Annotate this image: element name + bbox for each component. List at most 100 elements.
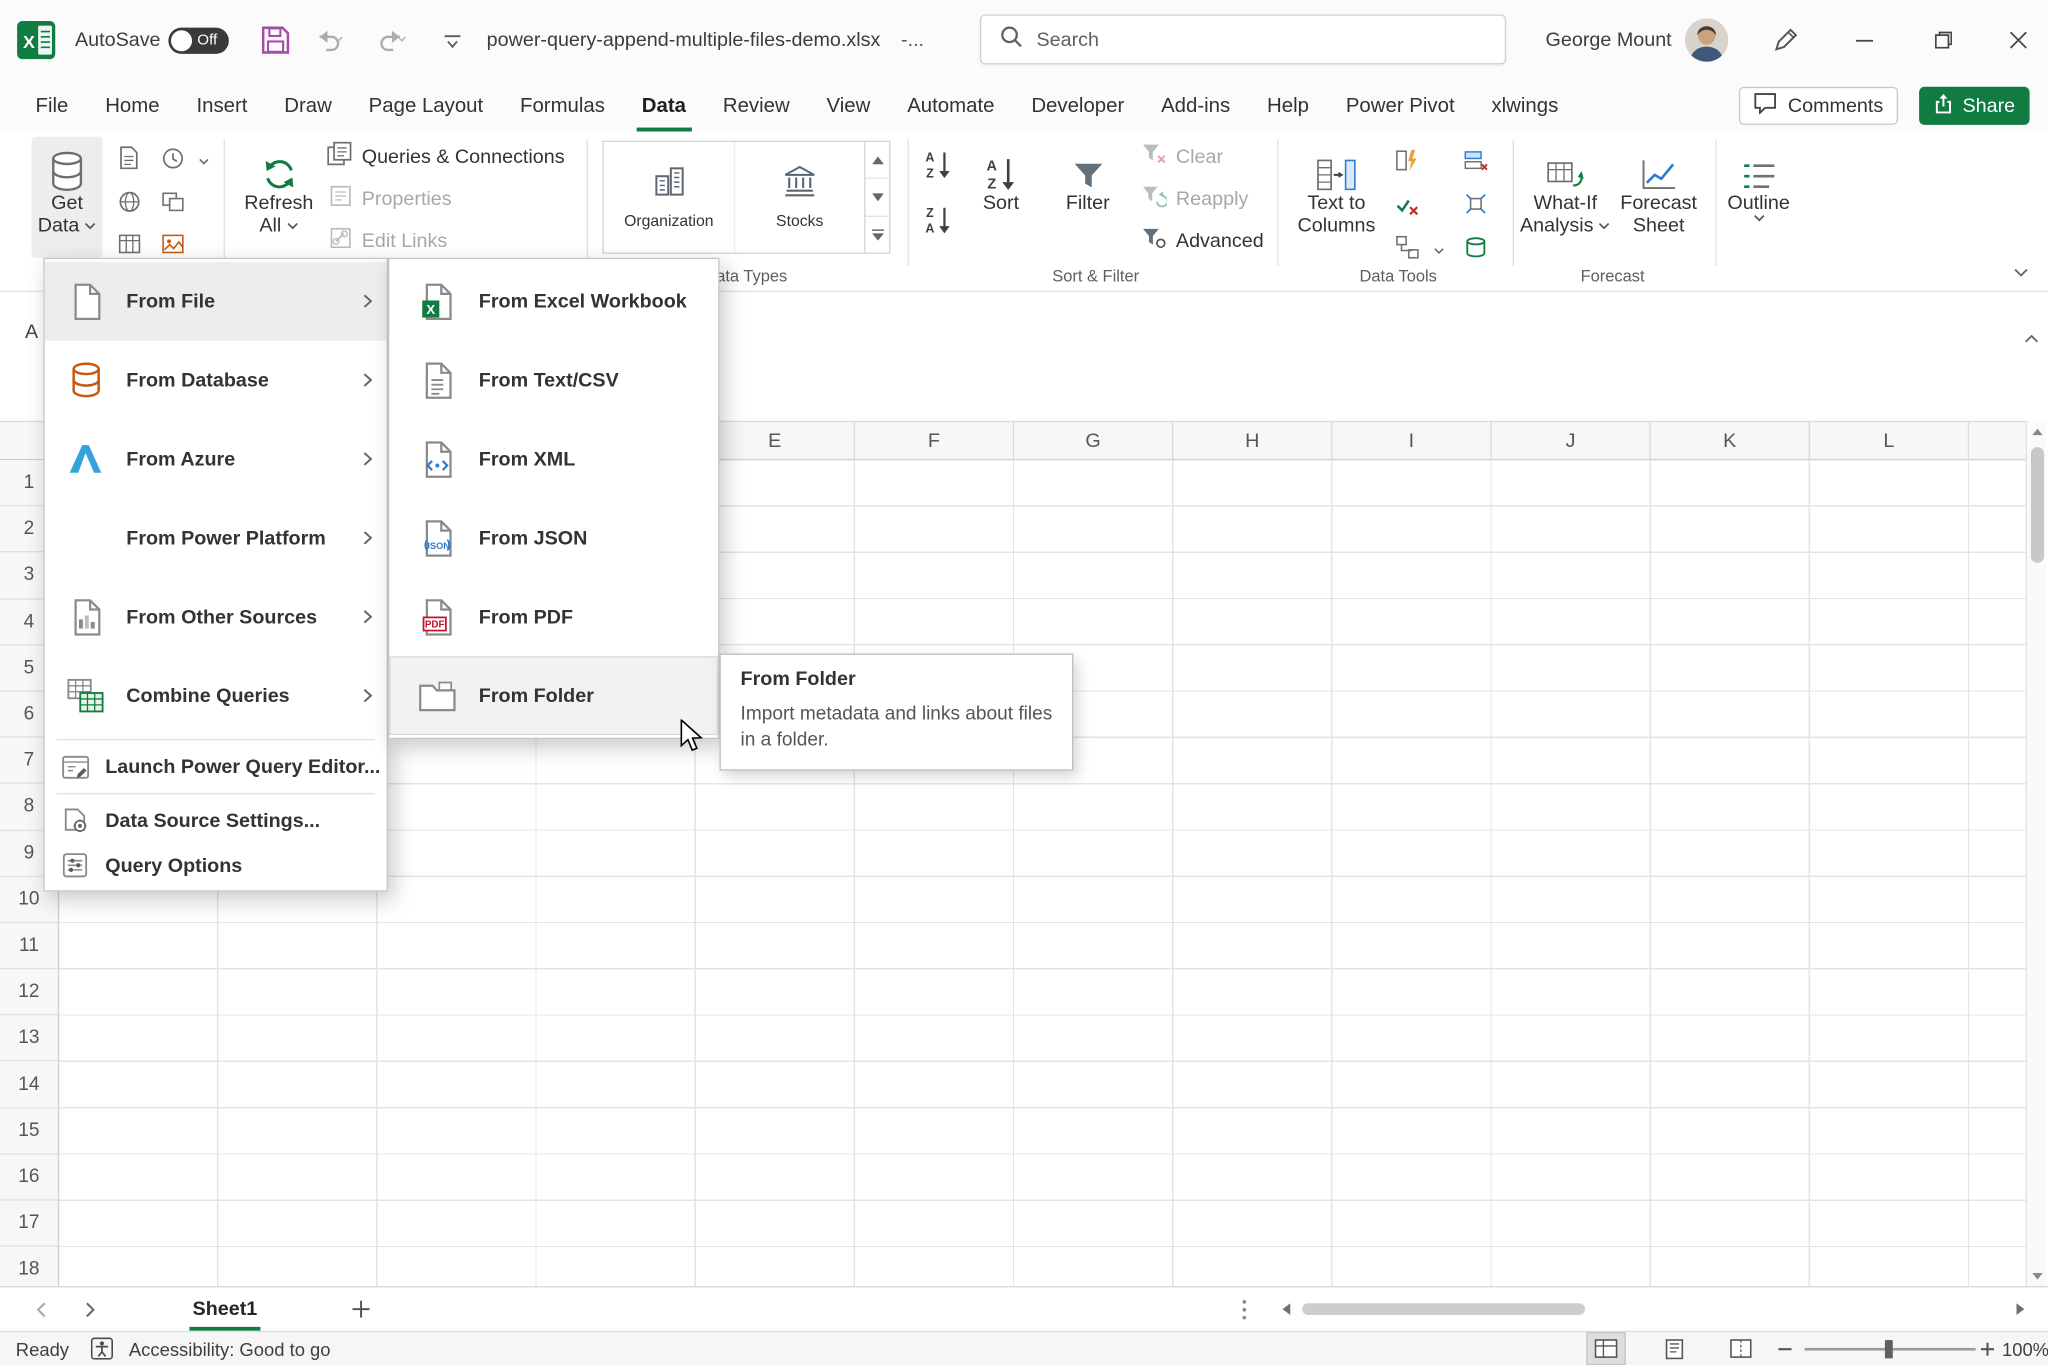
consolidate-icon[interactable] bbox=[1460, 188, 1492, 220]
sheet-nav-right-icon[interactable] bbox=[74, 1287, 108, 1330]
menu-item-from-pdf[interactable]: PDFFrom PDF bbox=[389, 577, 718, 656]
refresh-all-button[interactable]: Refresh All bbox=[241, 137, 317, 258]
outline-button[interactable]: Outline bbox=[1723, 137, 1794, 258]
tab-file[interactable]: File bbox=[17, 80, 87, 131]
gallery-more-icon[interactable] bbox=[866, 217, 890, 253]
collapse-ribbon-icon[interactable] bbox=[2014, 260, 2028, 282]
data-validation-icon[interactable] bbox=[1392, 188, 1424, 220]
chevron-down-icon[interactable] bbox=[1423, 235, 1455, 267]
menu-item-from-xml[interactable]: From XML bbox=[389, 419, 718, 498]
queries-connections-button[interactable]: Queries & Connections bbox=[326, 139, 564, 173]
hscroll-right-icon[interactable] bbox=[2010, 1287, 2031, 1330]
from-picture-icon[interactable] bbox=[157, 228, 189, 260]
vertical-scrollbar-thumb[interactable] bbox=[2031, 447, 2044, 563]
view-normal-button[interactable] bbox=[1586, 1332, 1625, 1365]
horizontal-scrollbar-thumb[interactable] bbox=[1302, 1303, 1585, 1315]
tab-data[interactable]: Data bbox=[623, 80, 704, 131]
tab-formulas[interactable]: Formulas bbox=[502, 80, 624, 131]
close-button[interactable] bbox=[1987, 0, 2048, 80]
row-header-13[interactable]: 13 bbox=[0, 1016, 58, 1062]
column-header-g[interactable]: G bbox=[1014, 422, 1173, 460]
tab-automate[interactable]: Automate bbox=[889, 80, 1013, 131]
row-header-15[interactable]: 15 bbox=[0, 1108, 58, 1154]
relationships-icon[interactable] bbox=[1392, 231, 1424, 263]
manage-data-model-icon[interactable] bbox=[1460, 231, 1492, 263]
name-box[interactable]: A bbox=[25, 321, 38, 343]
autosave-toggle[interactable]: Off bbox=[168, 28, 229, 54]
zoom-out-button[interactable] bbox=[1773, 1332, 1797, 1365]
gallery-up-icon[interactable] bbox=[866, 142, 890, 179]
row-header-11[interactable]: 11 bbox=[0, 923, 58, 969]
tab-view[interactable]: View bbox=[808, 80, 889, 131]
sheet-nav-left-icon[interactable] bbox=[24, 1287, 58, 1330]
tab-home[interactable]: Home bbox=[87, 80, 178, 131]
tab-review[interactable]: Review bbox=[704, 80, 808, 131]
undo-button[interactable] bbox=[313, 28, 350, 58]
from-web-icon[interactable] bbox=[113, 185, 145, 217]
menu-item-from-database[interactable]: From Database bbox=[45, 341, 387, 420]
column-header-e[interactable]: E bbox=[696, 422, 855, 460]
menu-item-from-text-csv[interactable]: From Text/CSV bbox=[389, 341, 718, 420]
tab-help[interactable]: Help bbox=[1249, 80, 1328, 131]
column-header-h[interactable]: H bbox=[1173, 422, 1332, 460]
menu-item-launch-power-query-editor[interactable]: Launch Power Query Editor... bbox=[45, 744, 387, 789]
comments-button[interactable]: Comments bbox=[1739, 87, 1898, 125]
from-text-csv-icon[interactable] bbox=[113, 142, 145, 174]
gallery-down-icon[interactable] bbox=[866, 179, 890, 216]
row-header-17[interactable]: 17 bbox=[0, 1201, 58, 1247]
zoom-in-button[interactable] bbox=[1976, 1332, 2000, 1365]
tab-page-layout[interactable]: Page Layout bbox=[350, 80, 501, 131]
menu-item-from-excel-workbook[interactable]: XFrom Excel Workbook bbox=[389, 262, 718, 341]
share-button[interactable]: Share bbox=[1919, 87, 2029, 125]
advanced-filter-button[interactable]: Advanced bbox=[1142, 224, 1264, 258]
row-header-18[interactable]: 18 bbox=[0, 1247, 58, 1286]
row-header-14[interactable]: 14 bbox=[0, 1062, 58, 1108]
tab-developer[interactable]: Developer bbox=[1013, 80, 1143, 131]
save-button[interactable] bbox=[260, 25, 290, 61]
menu-item-from-json[interactable]: JSONFrom JSON bbox=[389, 498, 718, 577]
hscroll-left-icon[interactable] bbox=[1276, 1287, 1297, 1330]
search-input[interactable]: Search bbox=[980, 14, 1506, 64]
vertical-scrollbar[interactable] bbox=[2026, 421, 2047, 1286]
menu-item-from-azure[interactable]: From Azure bbox=[45, 419, 387, 498]
what-if-analysis-button[interactable]: What-If Analysis bbox=[1523, 137, 1607, 258]
zoom-level[interactable]: 100% bbox=[2002, 1339, 2044, 1360]
redo-button[interactable] bbox=[376, 28, 413, 58]
view-page-layout-button[interactable] bbox=[1655, 1332, 1694, 1365]
add-sheet-button[interactable] bbox=[343, 1287, 377, 1330]
avatar[interactable] bbox=[1685, 18, 1728, 67]
ink-editor-button[interactable] bbox=[1772, 26, 1800, 59]
menu-item-from-file[interactable]: From File bbox=[45, 262, 387, 341]
column-header-k[interactable]: K bbox=[1651, 422, 1810, 460]
accessibility-status[interactable]: Accessibility: Good to go bbox=[129, 1339, 331, 1360]
scroll-up-icon[interactable] bbox=[2027, 421, 2048, 442]
remove-duplicates-icon[interactable] bbox=[1460, 145, 1492, 177]
forecast-sheet-button[interactable]: Forecast Sheet bbox=[1618, 137, 1700, 258]
accessibility-icon[interactable] bbox=[84, 1332, 118, 1365]
menu-item-query-options[interactable]: Query Options bbox=[45, 843, 387, 888]
column-header-l[interactable]: L bbox=[1810, 422, 1969, 460]
column-header-f[interactable]: F bbox=[855, 422, 1014, 460]
data-type-stocks[interactable]: Stocks bbox=[734, 142, 864, 252]
menu-item-from-power-platform[interactable]: From Power Platform bbox=[45, 498, 387, 577]
column-header-i[interactable]: I bbox=[1332, 422, 1491, 460]
get-data-button[interactable]: Get Data bbox=[32, 137, 103, 258]
tab-add-ins[interactable]: Add-ins bbox=[1143, 80, 1249, 131]
row-header-16[interactable]: 16 bbox=[0, 1154, 58, 1200]
restore-button[interactable] bbox=[1913, 0, 1974, 80]
scroll-down-icon[interactable] bbox=[2027, 1265, 2048, 1286]
tab-draw[interactable]: Draw bbox=[266, 80, 350, 131]
menu-item-from-folder[interactable]: From Folder bbox=[389, 656, 718, 735]
menu-item-combine-queries[interactable]: Combine Queries bbox=[45, 656, 387, 735]
tab-insert[interactable]: Insert bbox=[178, 80, 266, 131]
text-to-columns-button[interactable]: Text to Columns bbox=[1297, 137, 1376, 258]
column-header-j[interactable]: J bbox=[1492, 422, 1651, 460]
row-header-12[interactable]: 12 bbox=[0, 969, 58, 1015]
tab-xlwings[interactable]: xlwings bbox=[1473, 80, 1577, 131]
zoom-slider-thumb[interactable] bbox=[1885, 1340, 1893, 1358]
recent-sources-icon[interactable] bbox=[157, 142, 189, 174]
filter-button[interactable]: Filter bbox=[1054, 137, 1122, 258]
customize-toolbar-icon[interactable] bbox=[443, 33, 461, 55]
tab-power-pivot[interactable]: Power Pivot bbox=[1327, 80, 1473, 131]
sort-ascending-icon[interactable]: AZ bbox=[922, 149, 954, 181]
